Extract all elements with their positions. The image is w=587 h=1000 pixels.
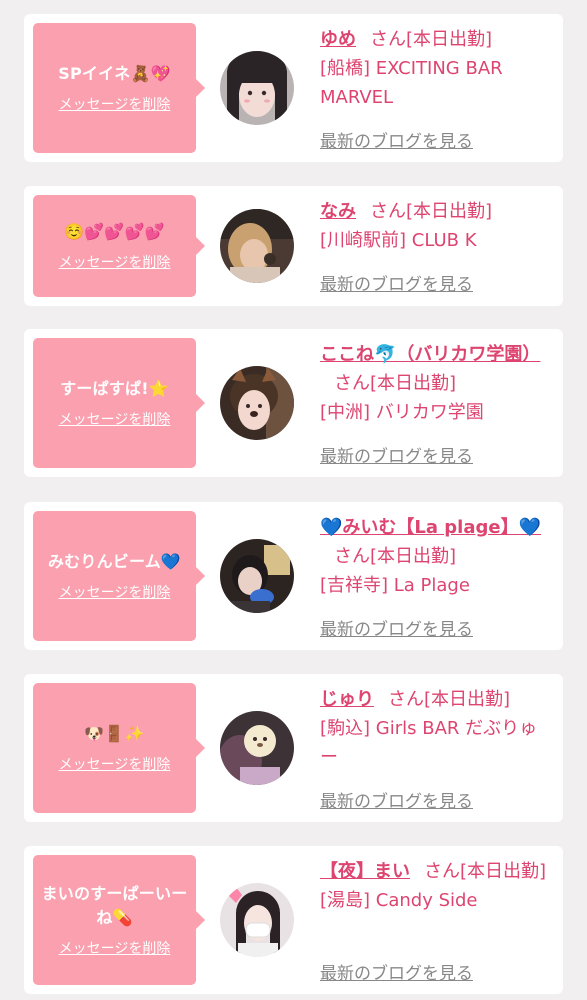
latest-blog-link[interactable]: 最新のブログを見る xyxy=(320,442,473,467)
cast-name-link[interactable]: ゆめ xyxy=(320,29,356,50)
message-bubble: ☺️💕💕💕💕 メッセージを削除 xyxy=(33,195,205,297)
delete-message-link[interactable]: メッセージを削除 xyxy=(59,756,171,774)
delete-message-link[interactable]: メッセージを削除 xyxy=(59,940,171,958)
message-text: みむりんビーム💙 xyxy=(47,552,182,571)
latest-blog-link[interactable]: 最新のブログを見る xyxy=(320,270,473,295)
cast-info: 【夜】まい さん[本日出勤] [湯島] Candy Side xyxy=(320,857,550,915)
work-status: [本日出勤] xyxy=(370,373,457,394)
shop-name: [船橋] EXCITING BAR MARVEL xyxy=(320,58,503,108)
honorific: さん xyxy=(424,861,460,882)
shop-name: [川崎駅前] CLUB K xyxy=(320,230,477,251)
cast-info: なみ さん[本日出勤] [川崎駅前] CLUB K xyxy=(320,197,550,255)
work-status: [本日出勤] xyxy=(406,29,493,50)
list-item: 🐶🚪✨ メッセージを削除 じゅり さん[本日出勤] [駒込] Girls BAR … xyxy=(24,674,563,822)
cast-info: ゆめ さん[本日出勤] [船橋] EXCITING BAR MARVEL xyxy=(320,25,550,112)
girl-photo-avatar-icon xyxy=(220,539,294,613)
message-bubble: 🐶🚪✨ メッセージを削除 xyxy=(33,683,205,813)
delete-message-link[interactable]: メッセージを削除 xyxy=(59,584,171,602)
honorific: さん xyxy=(388,689,424,710)
girl-photo-avatar-icon xyxy=(220,711,294,785)
avatar[interactable] xyxy=(220,366,294,440)
shop-name: [駒込] Girls BAR だぶりゅー xyxy=(320,718,538,768)
honorific: さん xyxy=(370,29,406,50)
message-bubble: SPイイネ🧸💖 メッセージを削除 xyxy=(33,23,205,153)
cast-info: じゅり さん[本日出勤] [駒込] Girls BAR だぶりゅー xyxy=(320,685,550,772)
list-item: みむりんビーム💙 メッセージを削除 💙みいむ【La plage】💙 さん[本日出勤… xyxy=(24,502,563,650)
girl-photo-avatar-icon xyxy=(220,883,294,957)
shop-name: [吉祥寺] La Plage xyxy=(320,575,470,596)
avatar[interactable] xyxy=(220,883,294,957)
message-text: 🐶🚪✨ xyxy=(84,724,145,743)
honorific: さん xyxy=(370,201,406,222)
honorific: さん xyxy=(334,546,370,567)
cast-info: 💙みいむ【La plage】💙 さん[本日出勤] [吉祥寺] La Plage xyxy=(320,513,550,600)
message-text: すーぱすぱ!⭐️ xyxy=(60,379,169,398)
work-status: [本日出勤] xyxy=(424,689,511,710)
cast-info: ここね🐬（バリカワ学園） さん[本日出勤] [中洲] バリカワ学園 xyxy=(320,340,550,427)
message-text: ☺️💕💕💕💕 xyxy=(64,222,165,241)
message-bubble: みむりんビーム💙 メッセージを削除 xyxy=(33,511,205,641)
avatar[interactable] xyxy=(220,209,294,283)
avatar[interactable] xyxy=(220,539,294,613)
work-status: [本日出勤] xyxy=(460,861,547,882)
girl-photo-avatar-icon xyxy=(220,366,294,440)
list-item: すーぱすぱ!⭐️ メッセージを削除 ここね🐬（バリカワ学園） さん[本日出勤] [… xyxy=(24,329,563,477)
avatar[interactable] xyxy=(220,711,294,785)
girl-photo-avatar-icon xyxy=(220,51,294,125)
work-status: [本日出勤] xyxy=(406,201,493,222)
delete-message-link[interactable]: メッセージを削除 xyxy=(59,254,171,272)
message-text: まいのすーぱーいーね💊 xyxy=(41,884,188,927)
honorific: さん xyxy=(334,373,370,394)
shop-name: [湯島] Candy Side xyxy=(320,890,478,911)
cast-name-link[interactable]: じゅり xyxy=(320,689,374,710)
cast-name-link[interactable]: ここね🐬（バリカワ学園） xyxy=(320,344,540,365)
latest-blog-link[interactable]: 最新のブログを見る xyxy=(320,127,473,152)
delete-message-link[interactable]: メッセージを削除 xyxy=(59,411,171,429)
cast-name-link[interactable]: なみ xyxy=(320,201,356,222)
shop-name: [中洲] バリカワ学園 xyxy=(320,402,484,423)
list-item: まいのすーぱーいーね💊 メッセージを削除 【夜】まい さん[本日出勤] [湯島] … xyxy=(24,846,563,994)
avatar[interactable] xyxy=(220,51,294,125)
list-item: SPイイネ🧸💖 メッセージを削除 ゆめ さん[本日出勤] [船橋] EXCITIN… xyxy=(24,14,563,162)
message-bubble: すーぱすぱ!⭐️ メッセージを削除 xyxy=(33,338,205,468)
cast-name-link[interactable]: 【夜】まい xyxy=(320,861,410,882)
latest-blog-link[interactable]: 最新のブログを見る xyxy=(320,959,473,984)
message-text: SPイイネ🧸💖 xyxy=(58,64,171,83)
work-status: [本日出勤] xyxy=(370,546,457,567)
message-bubble: まいのすーぱーいーね💊 メッセージを削除 xyxy=(33,855,205,985)
message-list: SPイイネ🧸💖 メッセージを削除 ゆめ さん[本日出勤] [船橋] EXCITIN… xyxy=(0,0,587,1000)
latest-blog-link[interactable]: 最新のブログを見る xyxy=(320,787,473,812)
girl-photo-avatar-icon xyxy=(220,209,294,283)
cast-name-link[interactable]: 💙みいむ【La plage】💙 xyxy=(320,517,541,538)
delete-message-link[interactable]: メッセージを削除 xyxy=(59,96,171,114)
list-item: ☺️💕💕💕💕 メッセージを削除 なみ さん[本日出勤] [川崎駅前] CLUB K… xyxy=(24,186,563,306)
latest-blog-link[interactable]: 最新のブログを見る xyxy=(320,615,473,640)
